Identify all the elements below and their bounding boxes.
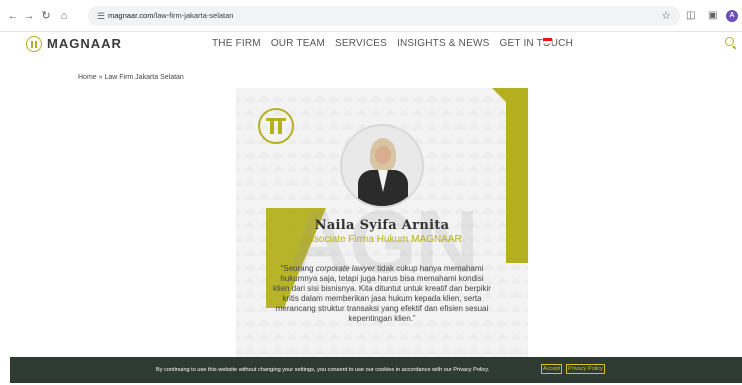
cookie-consent-bar: By continuing to use this website withou… (10, 357, 742, 383)
person-name: Naila Syifa Arnita (314, 218, 450, 233)
cookie-message: By continuing to use this website withou… (156, 367, 490, 373)
magnaar-logo-icon[interactable] (26, 36, 42, 52)
testimonial-quote: “Seorang corporate lawyer tidak cukup ha… (273, 264, 491, 323)
site-info-icon[interactable]: ☰ (94, 9, 108, 23)
nav-insights-news[interactable]: INSIGHTS & NEWS (397, 36, 489, 52)
back-arrow-icon[interactable]: ← (6, 9, 20, 23)
privacy-policy-link[interactable]: Privacy Policy (566, 364, 605, 374)
browser-toolbar: ← → ↻ ⌂ ☰ magnaar.com/law-firm-jakarta-s… (0, 0, 742, 32)
extensions-icon[interactable]: ◫ (686, 9, 695, 23)
decorative-olive-corner (492, 88, 506, 102)
accept-cookies-button[interactable]: Accept (541, 364, 563, 374)
side-panel-icon[interactable]: ▣ (708, 9, 717, 23)
indonesia-flag-icon[interactable] (543, 38, 552, 44)
person-role: Associate Firma Hukum MAGNAAR (302, 234, 462, 245)
address-bar[interactable]: ☰ magnaar.com/law-firm-jakarta-selatan ☆ (88, 6, 680, 26)
nav-the-firm[interactable]: THE FIRM (212, 36, 261, 52)
breadcrumb[interactable]: Home » Law Firm Jakarta Selatan (78, 73, 184, 83)
forward-arrow-icon[interactable]: → (22, 9, 36, 23)
home-icon[interactable]: ⌂ (57, 9, 71, 23)
profile-portrait (340, 124, 424, 208)
site-header: MAGNAAR THE FIRM OUR TEAM SERVICES INSIG… (0, 32, 742, 56)
nav-our-team[interactable]: OUR TEAM (271, 36, 325, 52)
site-logo[interactable]: MAGNAAR (47, 36, 122, 52)
featured-image: AGN Naila Syifa Arnita Associate Firma H… (236, 88, 528, 360)
main-navigation: THE FIRM OUR TEAM SERVICES INSIGHTS & NE… (212, 36, 583, 52)
bookmark-star-icon[interactable]: ☆ (658, 8, 674, 24)
magnaar-emblem-icon (258, 108, 294, 144)
profile-avatar[interactable]: A (726, 10, 738, 22)
search-icon[interactable] (725, 37, 737, 50)
nav-services[interactable]: SERVICES (335, 36, 387, 52)
address-url[interactable]: magnaar.com/law-firm-jakarta-selatan (108, 6, 233, 26)
nav-get-in-touch[interactable]: GET IN TOUCH (499, 36, 573, 52)
reload-icon[interactable]: ↻ (39, 9, 53, 23)
